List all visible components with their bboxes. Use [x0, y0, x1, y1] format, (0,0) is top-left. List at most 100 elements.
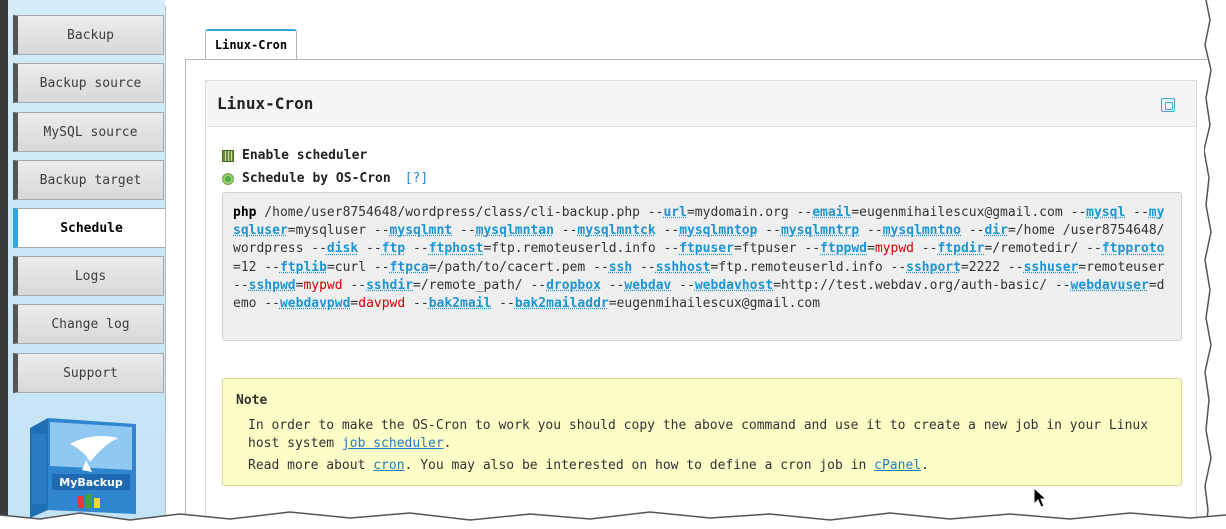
- help-link[interactable]: [?]: [405, 171, 428, 186]
- schedule-os-cron-label: Schedule by OS-Cron: [242, 171, 391, 186]
- command-text: =eugenmihailescux@gmail.com: [608, 296, 821, 312]
- command-option: mysqlmnt: [389, 223, 453, 239]
- note-title: Note: [236, 393, 268, 408]
- command-option: mysqlmntrp: [780, 223, 860, 239]
- command-text: =12 --: [233, 259, 280, 275]
- command-option: webdavpwd: [279, 296, 351, 312]
- command-text: =http://test.webdav.org/auth-basic/ --: [773, 277, 1071, 293]
- sidebar-item-backup-source[interactable]: Backup source: [13, 63, 164, 103]
- command-option: ftpproto: [1101, 241, 1165, 257]
- command-text: --: [553, 223, 578, 239]
- command-text: =/remotedir/ --: [984, 241, 1102, 257]
- command-option: dropbox: [546, 277, 601, 293]
- command-text: =mysqluser --: [287, 223, 390, 239]
- note-box: Note In order to make the OS-Cron to wor…: [222, 378, 1182, 486]
- note-line-2-b: . You may also be interested on how to d…: [404, 458, 875, 473]
- command-option: ftp: [381, 241, 406, 257]
- panel-header: Linux-Cron: [206, 81, 1196, 127]
- command-option: webdavuser: [1070, 277, 1149, 293]
- command-text: =: [867, 241, 875, 257]
- note-line-2-a: Read more about: [248, 458, 374, 473]
- cron-link[interactable]: cron: [373, 458, 404, 473]
- sidebar-item-change-log[interactable]: Change log: [13, 304, 164, 344]
- command-text: --: [913, 241, 938, 257]
- command-text: =mydomain.org --: [686, 205, 813, 220]
- tab-divider: [185, 59, 1207, 60]
- command-text: --: [600, 277, 625, 293]
- command-secret: mypwd: [303, 277, 343, 293]
- schedule-os-cron-radio[interactable]: [222, 172, 234, 185]
- command-text: =2222 --: [960, 259, 1024, 275]
- command-option: url: [663, 205, 687, 220]
- command-text: --: [358, 241, 382, 257]
- schedule-os-cron-row[interactable]: Schedule by OS-Cron [?]: [222, 171, 428, 186]
- command-text: --: [961, 223, 985, 239]
- command-option: webdav: [624, 277, 672, 293]
- note-line-1: In order to make the OS-Cron to work you…: [236, 417, 1168, 453]
- command-option: webdavhost: [694, 277, 774, 293]
- enable-scheduler-row[interactable]: Enable scheduler: [222, 148, 367, 163]
- command-option: sshport: [906, 259, 961, 275]
- command-text: --: [1125, 205, 1149, 220]
- sidebar-edge: [0, 0, 8, 529]
- command-option: ssh: [608, 259, 633, 275]
- tab-linux-cron[interactable]: Linux-Cron: [205, 29, 297, 59]
- sidebar-item-backup-target[interactable]: Backup target: [13, 160, 164, 200]
- sidebar-item-mysql-source[interactable]: MySQL source: [13, 112, 164, 152]
- command-option: email: [812, 205, 852, 220]
- enable-scheduler-checkbox[interactable]: [222, 149, 234, 162]
- collapse-icon[interactable]: [1161, 98, 1175, 112]
- command-option: mysqlmntck: [577, 223, 656, 239]
- command-text: --: [491, 296, 515, 312]
- command-text: =/path/to/cacert.pem --: [428, 259, 609, 275]
- job-scheduler-link[interactable]: job scheduler: [342, 436, 444, 451]
- command-text: --: [757, 223, 781, 239]
- mouse-cursor-icon: [1033, 487, 1048, 508]
- command-option: mysqlmntan: [475, 223, 554, 239]
- svg-text:MyBackup: MyBackup: [59, 476, 123, 489]
- sidebar-item-logs[interactable]: Logs: [13, 256, 164, 296]
- note-line-2-end: .: [921, 458, 929, 473]
- command-text: /home/user8754648/wordpress/class/cli-ba…: [256, 205, 664, 220]
- linux-cron-panel: Linux-Cron Enable scheduler Schedule by …: [205, 80, 1197, 520]
- command-text: --: [452, 223, 476, 239]
- command-option: ftplib: [279, 259, 327, 275]
- command-text: --: [859, 223, 883, 239]
- command-option: mysqlmntno: [882, 223, 961, 239]
- torn-edge-right: [1204, 0, 1226, 529]
- note-line-1-end: .: [443, 436, 452, 451]
- command-text: =eugenmihailescux@gmail.com --: [851, 205, 1087, 220]
- command-option: mysqlmntop: [679, 223, 758, 239]
- enable-scheduler-label: Enable scheduler: [242, 148, 368, 163]
- command-text: =/remote_path/ --: [413, 277, 547, 293]
- cpanel-link[interactable]: cPanel: [874, 458, 921, 473]
- command-secret: davpwd: [358, 296, 406, 312]
- command-option: dir: [984, 223, 1008, 239]
- command-option: mysql: [1086, 205, 1126, 220]
- cron-command[interactable]: php /home/user8754648/wordpress/class/cl…: [222, 192, 1182, 341]
- command-option: sshpwd: [248, 277, 296, 293]
- sidebar-item-backup[interactable]: Backup: [13, 15, 164, 55]
- command-option: ftpca: [389, 259, 429, 275]
- command-text: --: [671, 277, 695, 293]
- command-option: sshhost: [655, 259, 711, 275]
- command-text: --: [405, 241, 429, 257]
- command-option: ftppwd: [820, 241, 868, 257]
- command-text: --: [632, 259, 656, 275]
- command-text: --: [342, 277, 367, 293]
- command-text: php: [233, 205, 257, 220]
- command-option: ftpdir: [937, 241, 985, 257]
- command-text: --: [655, 223, 680, 239]
- note-line-2: Read more about cron. You may also be in…: [236, 457, 1168, 475]
- sidebar-item-support[interactable]: Support: [13, 353, 164, 393]
- command-option: bak2mail: [428, 296, 492, 312]
- command-text: --: [405, 296, 429, 312]
- command-option: bak2mailaddr: [514, 296, 609, 312]
- command-text: =curl --: [326, 259, 390, 275]
- panel-title: Linux-Cron: [217, 94, 314, 113]
- sidebar-item-schedule[interactable]: Schedule: [13, 208, 166, 248]
- command-option: sshdir: [366, 277, 414, 293]
- command-option: ftpuser: [679, 241, 734, 257]
- command-text: =ftp.remoteuserld.info --: [710, 259, 907, 275]
- command-text: =ftp.remoteuserld.info --: [483, 241, 680, 257]
